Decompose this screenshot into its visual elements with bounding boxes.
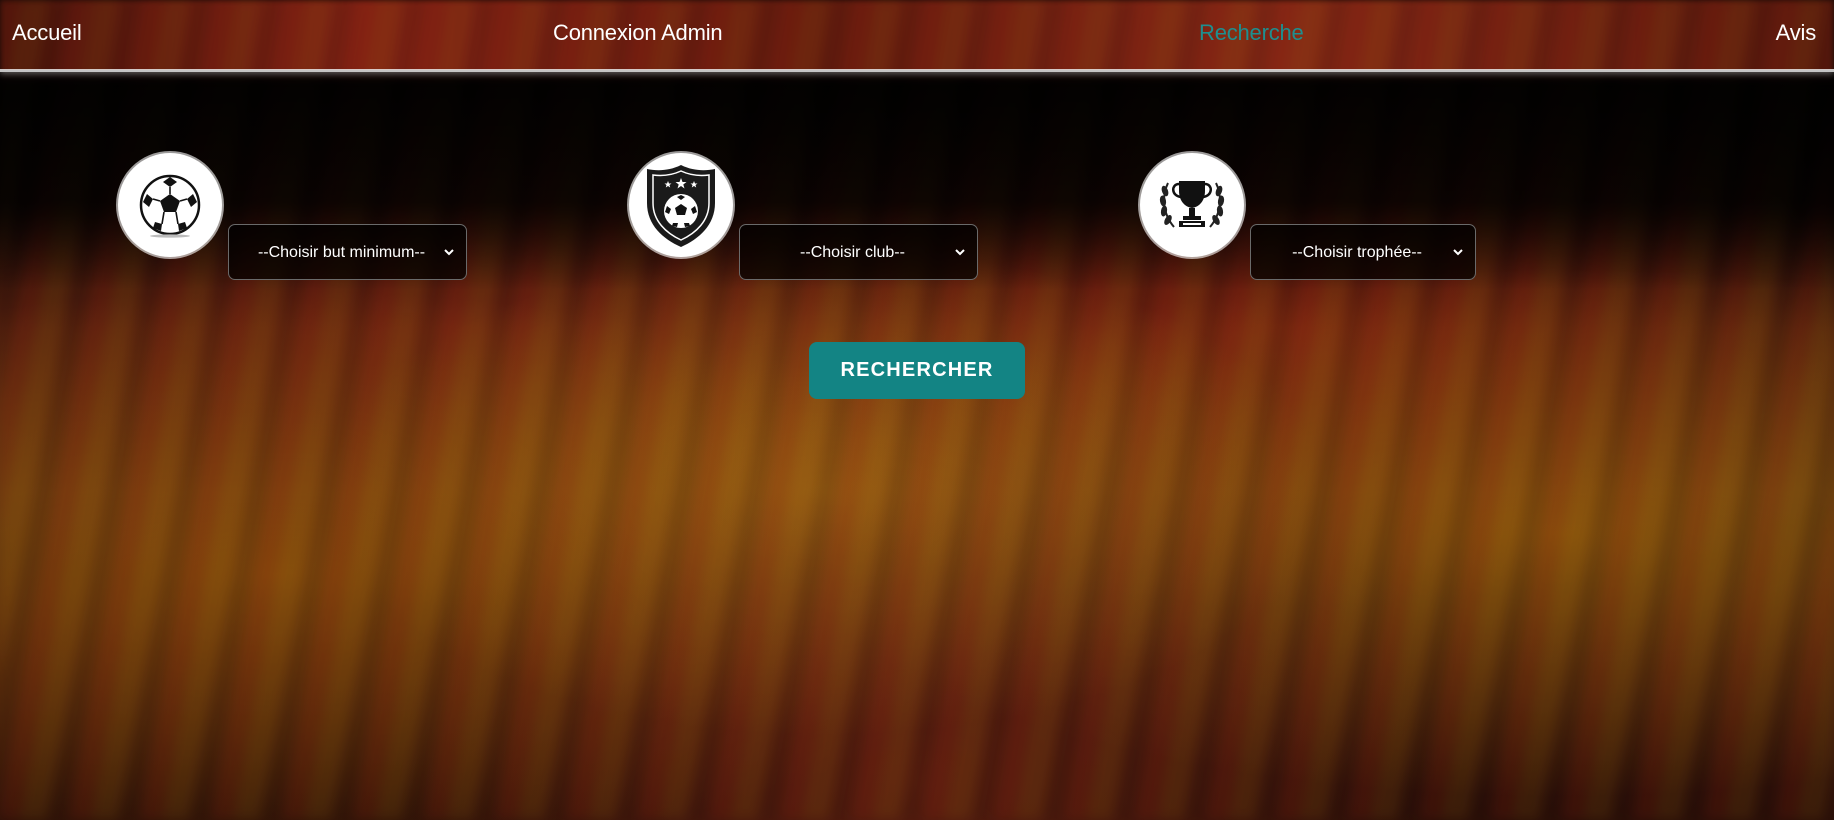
nav-link-search[interactable]: Recherche [1199, 20, 1304, 46]
trophy-select-wrapper: --Choisir trophée-- [1250, 224, 1476, 280]
search-button[interactable]: RECHERCHER [809, 342, 1025, 399]
nav-link-admin-login[interactable]: Connexion Admin [553, 20, 723, 46]
club-select[interactable]: --Choisir club-- [740, 225, 977, 279]
min-goals-select[interactable]: --Choisir but minimum-- [229, 225, 466, 279]
nav-link-reviews[interactable]: Avis [1776, 20, 1817, 46]
soccer-ball-icon [118, 153, 222, 257]
trophy-icon [1140, 153, 1244, 257]
top-navigation: Accueil Connexion Admin Recherche Avis [0, 0, 1834, 72]
club-crest-icon [629, 153, 733, 257]
min-goals-select-wrapper: --Choisir but minimum-- [228, 224, 467, 280]
club-select-wrapper: --Choisir club-- [739, 224, 978, 280]
nav-link-home[interactable]: Accueil [12, 20, 82, 46]
trophy-select[interactable]: --Choisir trophée-- [1251, 225, 1475, 279]
